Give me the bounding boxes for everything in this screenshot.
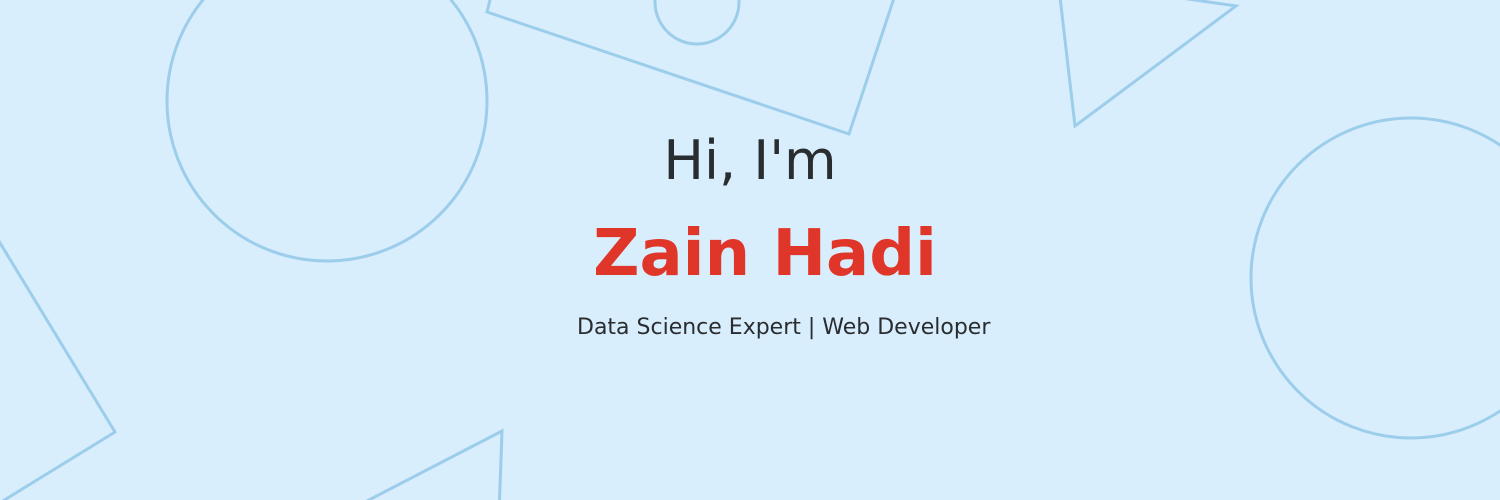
small-circle-top: [653, 0, 741, 46]
person-name: Zain Hadi: [593, 217, 937, 291]
top-right-triangle: [1058, 0, 1240, 129]
profile-banner: Hi, I'm Zain Hadi Data Science Expert | …: [0, 0, 1500, 500]
tagline-text: Data Science Expert | Web Developer: [577, 315, 991, 340]
bottom-triangle: [365, 428, 504, 500]
top-quadrilateral: [485, 0, 895, 136]
greeting-text: Hi, I'm: [663, 129, 837, 192]
